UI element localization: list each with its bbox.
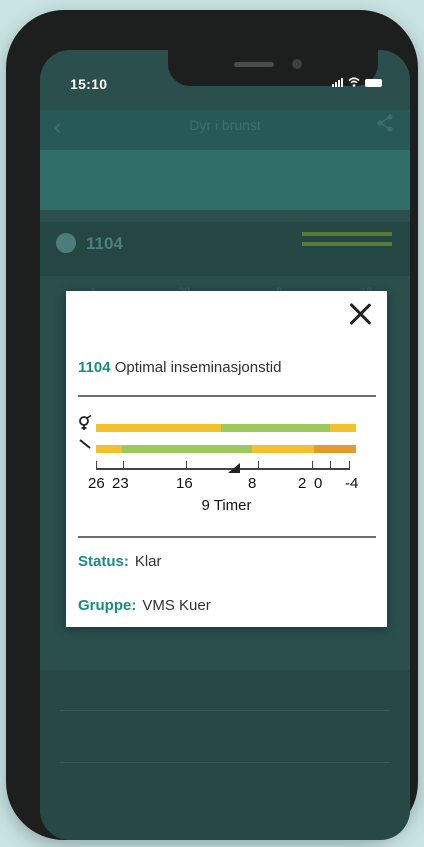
status-icons [332, 77, 382, 87]
divider [78, 395, 376, 397]
current-time-marker [228, 463, 240, 473]
background-title: Dyr i brunst [189, 117, 261, 133]
timer-text: 9 Timer [201, 497, 252, 514]
group-value: VMS Kuer [142, 597, 211, 614]
status-row: Status: Klar [78, 553, 162, 570]
tick-label: -4 [345, 475, 359, 492]
group-label: Gruppe: [78, 597, 137, 614]
background-heat-bars [302, 232, 392, 252]
background-animal-number: 1104 [86, 234, 123, 253]
insemination-timeline-bar [96, 445, 356, 453]
heat-timeline-bar [96, 424, 356, 432]
background-list [40, 670, 410, 840]
timeline-axis [96, 461, 350, 470]
cow-id: 1104 [78, 359, 111, 376]
status-label: Status: [78, 553, 129, 570]
wifi-icon [348, 77, 360, 87]
tick-label: 0 [314, 475, 323, 492]
insemination-icon [79, 439, 91, 449]
background-banner [40, 150, 410, 210]
share-icon[interactable] [376, 114, 394, 132]
status-time: 15:10 [70, 76, 108, 92]
tick-label: 8 [248, 475, 257, 492]
battery-icon [365, 79, 382, 87]
background-status-icon [56, 233, 76, 253]
female-symbol-icon [79, 415, 92, 430]
group-row: Gruppe: VMS Kuer [78, 597, 211, 614]
status-bar: 15:10 [40, 50, 410, 110]
status-value: Klar [134, 553, 162, 570]
tick-label: 16 [176, 475, 193, 492]
signal-icon [332, 77, 343, 87]
insemination-dialog: 1104 Optimal inseminasjonstid 26 23 16 8… [66, 291, 387, 627]
tick-label: 2 [298, 475, 307, 492]
tick-label: 23 [112, 475, 129, 492]
close-button[interactable] [347, 301, 373, 327]
divider [78, 536, 376, 538]
dialog-title: 1104 Optimal inseminasjonstid [78, 359, 281, 376]
dialog-title-text: Optimal inseminasjonstid [114, 359, 282, 376]
tick-label: 26 [88, 475, 105, 492]
